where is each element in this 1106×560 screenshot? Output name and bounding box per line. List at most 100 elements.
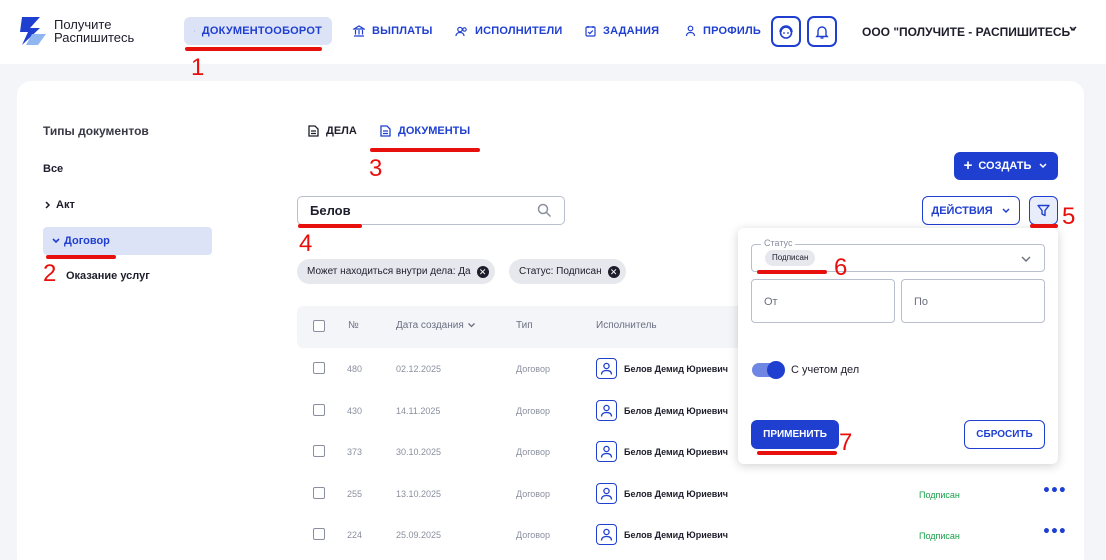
select-all-checkbox[interactable] [313, 320, 325, 332]
row-performer[interactable]: Белов Демид Юриевич [624, 406, 728, 416]
close-icon[interactable]: ✕ [476, 265, 489, 278]
row-checkbox[interactable] [313, 487, 325, 499]
tab-cases-label: ДЕЛА [326, 125, 357, 137]
close-icon[interactable]: ✕ [607, 265, 620, 278]
row-type: Договор [516, 364, 550, 374]
row-number: 373 [347, 447, 363, 457]
app-logo[interactable] [18, 14, 48, 48]
avatar [596, 524, 617, 545]
annotation-number: 7 [839, 429, 853, 456]
filter-chip-status[interactable]: Статус: Подписан ✕ [509, 259, 626, 284]
search-input[interactable]: Белов [297, 196, 565, 225]
nav-profile-label: ПРОФИЛЬ [703, 25, 761, 37]
row-type: Договор [516, 447, 550, 457]
row-date: 13.10.2025 [396, 489, 442, 499]
row-date: 02.12.2025 [396, 364, 442, 374]
date-from-input[interactable]: От [751, 279, 895, 323]
filter-chip-label: Может находиться внутри дела: Да [307, 266, 471, 277]
nav-tasks[interactable]: ЗАДАНИЯ [585, 17, 659, 45]
annotation-underline [46, 255, 116, 259]
create-button[interactable]: + СОЗДАТЬ [954, 152, 1058, 180]
date-to-input[interactable]: По [901, 279, 1045, 323]
bell-icon [815, 25, 829, 39]
create-button-label: СОЗДАТЬ [978, 160, 1032, 172]
include-cases-toggle[interactable] [752, 361, 785, 379]
annotation-number: 5 [1062, 203, 1076, 230]
person-icon [600, 445, 613, 458]
filter-button[interactable] [1029, 196, 1058, 225]
support-icon [779, 24, 793, 39]
column-performer[interactable]: Исполнитель [596, 320, 657, 331]
row-checkbox[interactable] [313, 362, 325, 374]
chevron-down-icon [52, 238, 60, 244]
table-row[interactable]: 255 13.10.2025 Договор Белов Демид Юриев… [297, 471, 1067, 512]
document-icon [194, 30, 195, 32]
support-button[interactable] [771, 16, 801, 47]
row-checkbox[interactable] [313, 528, 325, 540]
notifications-button[interactable] [807, 16, 837, 47]
row-performer[interactable]: Белов Демид Юриевич [624, 364, 728, 374]
logo-line2: Распишитесь [54, 30, 135, 45]
row-date: 30.10.2025 [396, 447, 442, 457]
tab-documents[interactable]: ДОКУМЕНТЫ [380, 125, 470, 137]
row-performer[interactable]: Белов Демид Юриевич [624, 530, 728, 540]
more-menu-icon[interactable]: ••• [1042, 483, 1067, 499]
nav-documents[interactable]: ДОКУМЕНТООБОРОТ [184, 17, 332, 45]
chevron-down-icon [1021, 256, 1031, 262]
person-icon [685, 25, 696, 37]
users-icon [455, 26, 467, 36]
nav-profile[interactable]: ПРОФИЛЬ [685, 17, 761, 45]
apply-button[interactable]: ПРИМЕНИТЬ [751, 420, 839, 449]
table-row[interactable]: 224 25.09.2025 Договор Белов Демид Юриев… [297, 512, 1067, 553]
more-menu-icon[interactable]: ••• [1042, 524, 1067, 540]
person-icon [600, 487, 613, 500]
nav-tasks-label: ЗАДАНИЯ [603, 25, 660, 37]
status-badge: Подписан [919, 531, 960, 541]
doc-type-contract-label: Договор [64, 235, 110, 247]
row-number: 224 [347, 530, 363, 540]
row-checkbox[interactable] [313, 404, 325, 416]
row-type: Договор [516, 406, 550, 416]
filter-chip-inside-case[interactable]: Может находиться внутри дела: Да ✕ [297, 259, 495, 284]
annotation-underline [757, 451, 837, 455]
annotation-number: 4 [299, 230, 313, 257]
tab-cases[interactable]: ДЕЛА [308, 125, 357, 137]
doc-type-act-label: Акт [56, 199, 75, 211]
row-performer[interactable]: Белов Демид Юриевич [624, 447, 728, 457]
annotation-number: 3 [369, 155, 383, 182]
reset-button[interactable]: СБРОСИТЬ [964, 420, 1045, 449]
doc-type-contract[interactable]: Договор [43, 227, 212, 255]
row-performer[interactable]: Белов Демид Юриевич [624, 489, 728, 499]
chevron-right-icon [45, 201, 51, 209]
doc-type-services[interactable]: Оказание услуг [66, 270, 150, 282]
filter-icon [1037, 204, 1050, 217]
actions-button-label: ДЕЙСТВИЯ [931, 204, 993, 217]
doc-type-act[interactable]: Акт [43, 199, 75, 211]
annotation-underline [757, 270, 827, 274]
nav-payments[interactable]: ВЫПЛАТЫ [353, 17, 433, 45]
calendar-check-icon [585, 26, 596, 37]
logo-text: Получите Распишитесь [54, 18, 134, 44]
row-checkbox[interactable] [313, 445, 325, 457]
nav-performers-label: ИСПОЛНИТЕЛИ [475, 25, 563, 37]
avatar [596, 358, 617, 379]
avatar [596, 483, 617, 504]
nav-performers[interactable]: ИСПОЛНИТЕЛИ [455, 17, 563, 45]
column-date[interactable]: Дата создания [396, 320, 476, 331]
chevron-down-icon [1039, 163, 1047, 169]
status-selected-chip[interactable]: Подписан [765, 250, 816, 266]
column-date-label: Дата создания [396, 320, 464, 331]
actions-button[interactable]: ДЕЙСТВИЯ [922, 196, 1020, 225]
chevron-down-icon[interactable] [1068, 25, 1078, 33]
annotation-number: 6 [834, 254, 848, 281]
column-type[interactable]: Тип [516, 320, 533, 331]
search-icon[interactable] [537, 203, 552, 218]
column-number[interactable]: № [348, 320, 359, 331]
tab-documents-label: ДОКУМЕНТЫ [398, 125, 471, 137]
filter-chip-label: Статус: Подписан [519, 266, 602, 277]
status-badge: Подписан [919, 490, 960, 500]
doc-type-all[interactable]: Все [43, 163, 63, 175]
organization-name[interactable]: ООО "ПОЛУЧИТЕ - РАСПИШИТЕСЬ" [862, 25, 1076, 39]
row-number: 480 [347, 364, 363, 374]
nav-payments-label: ВЫПЛАТЫ [372, 25, 433, 37]
